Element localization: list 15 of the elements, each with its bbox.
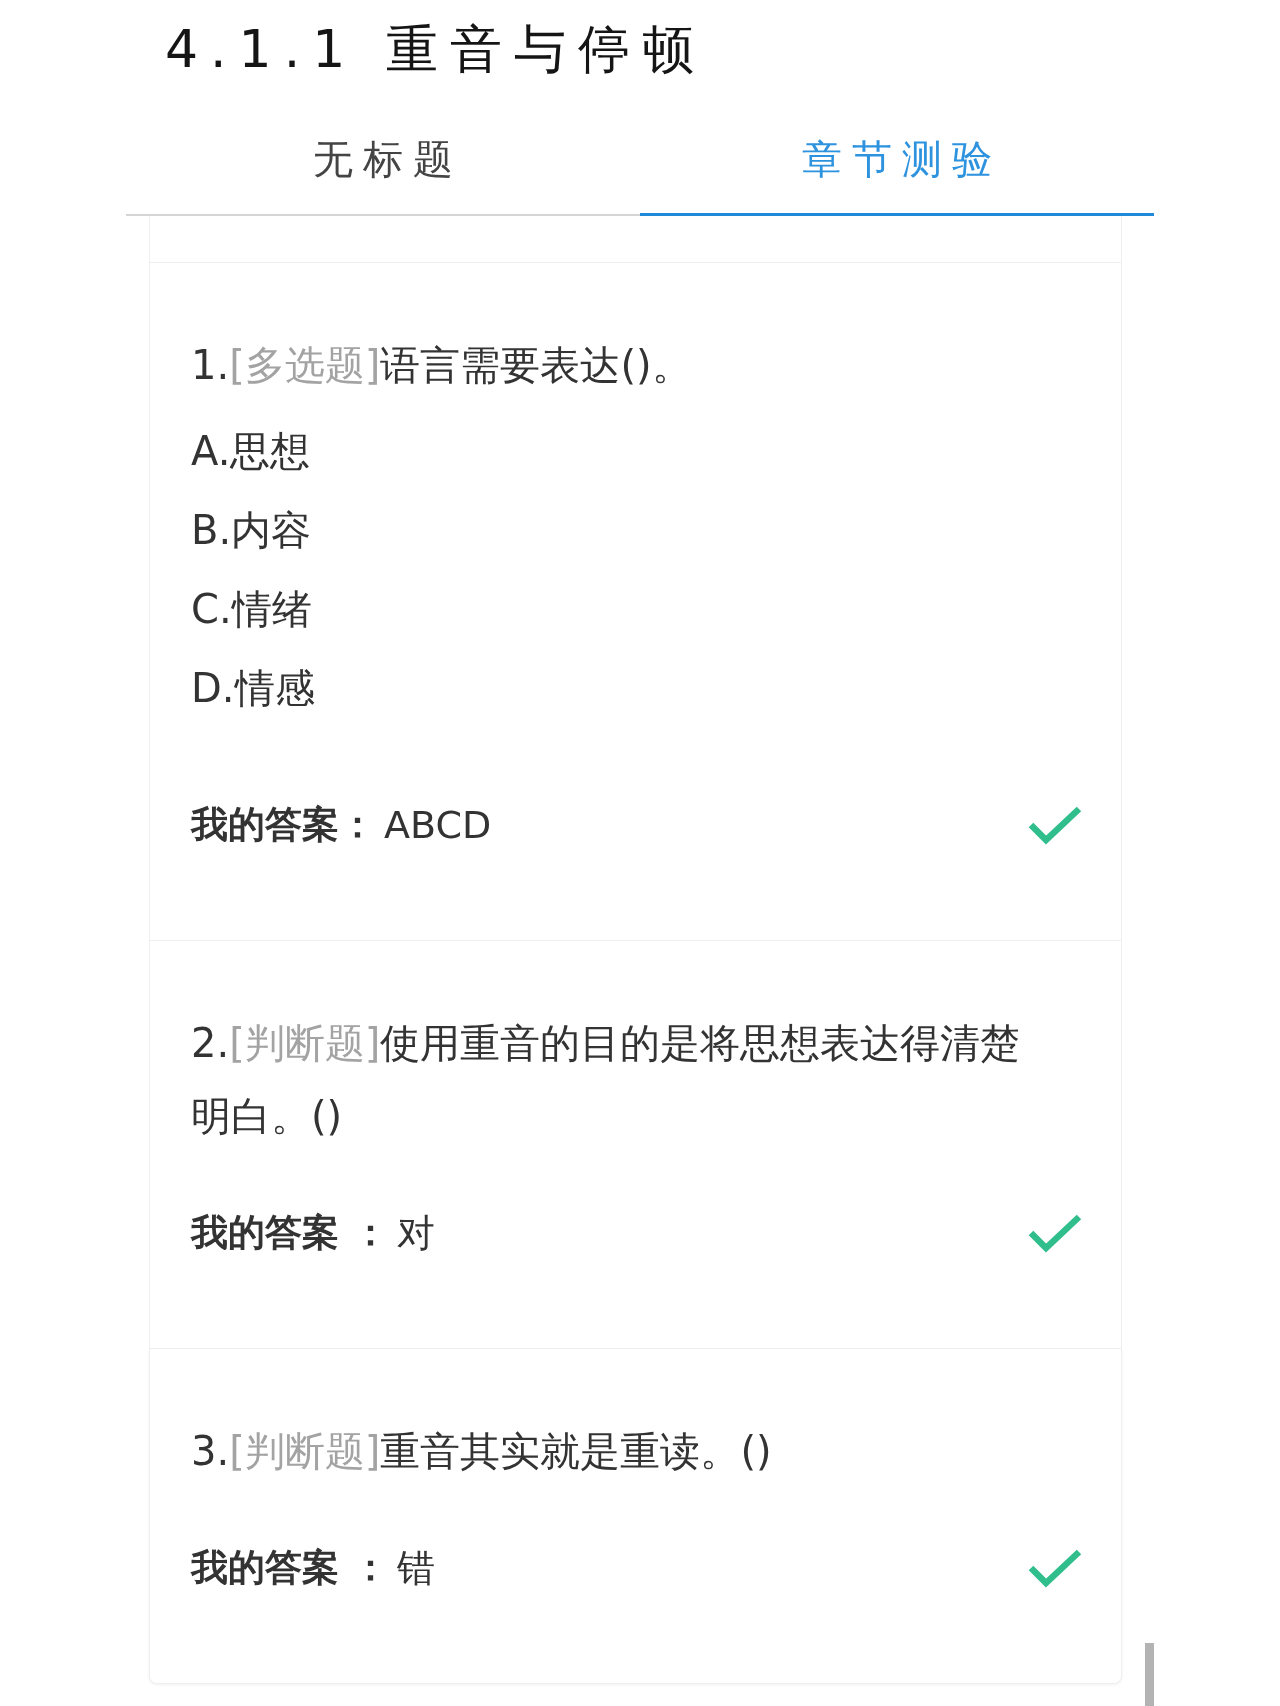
answer-value: 对 <box>396 1209 435 1257</box>
answer-label: 我的答案： <box>191 802 376 848</box>
answer-value: 错 <box>396 1544 435 1592</box>
question-text: 3.[判断题]重音其实就是重读。() <box>191 1427 773 1476</box>
answer-label: 我的答案 ： <box>191 1545 389 1591</box>
answer-option: A.思想 <box>191 412 311 491</box>
answer-label: 我的答案 ： <box>191 1210 389 1256</box>
page-title: 4.1.1 重音与停顿 <box>165 18 706 80</box>
question-text: 2.[判断题]使用重音的目的是将思想表达得清楚明白。() <box>191 1019 1022 1141</box>
answer-option: D.情感 <box>191 649 315 728</box>
question-text: 1.[多选题]语言需要表达()。 <box>191 341 693 390</box>
answer-option: C.情绪 <box>191 570 312 649</box>
scrollbar-thumb[interactable] <box>1145 1643 1154 1706</box>
answer-value: ABCD <box>384 803 492 847</box>
answer-option: B.内容 <box>191 491 312 570</box>
